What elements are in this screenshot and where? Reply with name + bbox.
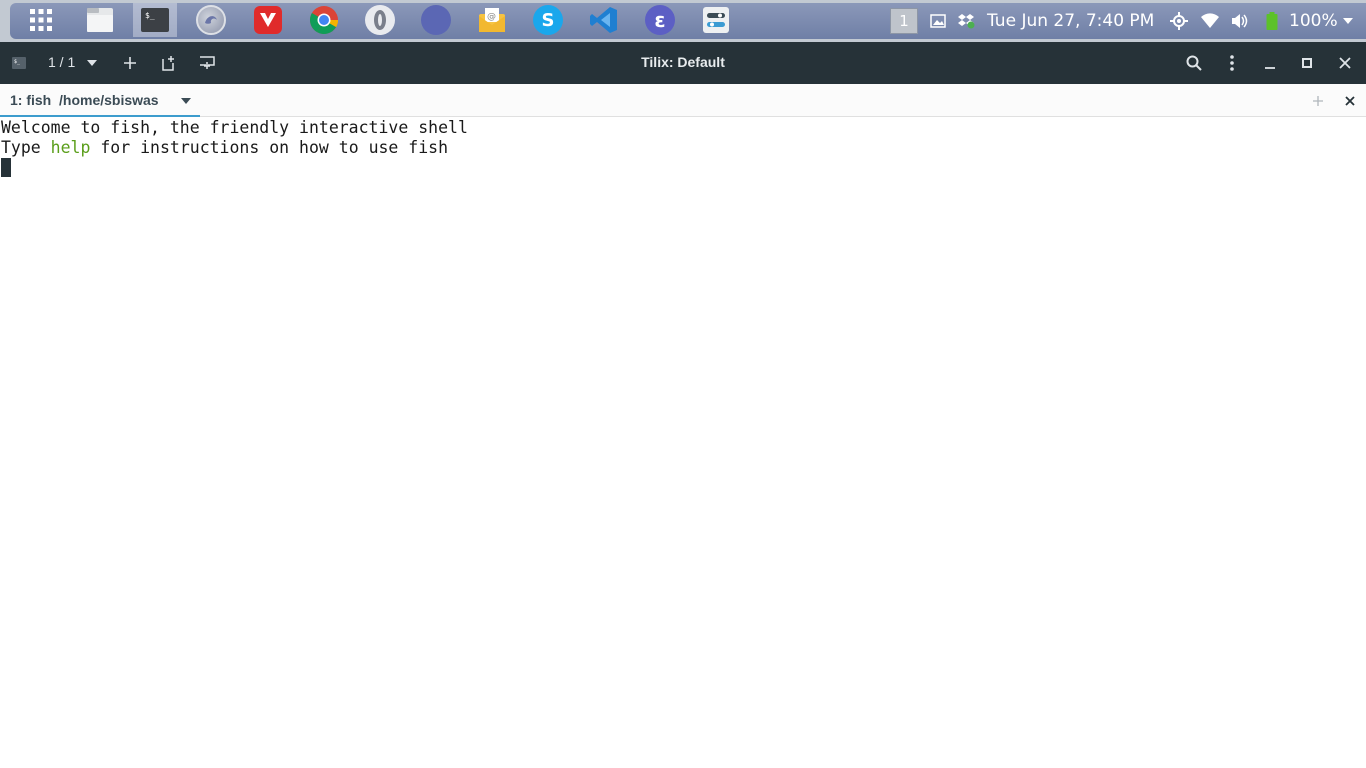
close-terminal-icon[interactable] (1342, 93, 1358, 109)
terminal-line: Welcome to fish, the friendly interactiv… (1, 118, 468, 137)
location-icon[interactable] (1169, 11, 1189, 31)
vivaldi-icon[interactable] (246, 3, 290, 37)
terminal-text: Type (1, 138, 51, 157)
chrome-icon[interactable] (302, 3, 346, 37)
chevron-down-icon[interactable] (178, 93, 194, 109)
battery-percent[interactable]: 100% (1289, 11, 1338, 31)
skype-icon[interactable]: S (526, 3, 570, 37)
terminal-view[interactable]: Welcome to fish, the friendly interactiv… (0, 118, 1366, 768)
battery-icon[interactable] (1262, 11, 1282, 31)
system-tray: 1 Tue Jun 27, 7:40 PM 100% (886, 3, 1366, 39)
volume-icon[interactable] (1230, 11, 1250, 31)
image-icon[interactable] (928, 11, 948, 31)
close-icon[interactable] (1333, 51, 1357, 75)
clock[interactable]: Tue Jun 27, 7:40 PM (987, 11, 1154, 31)
tab-number-label: 1: fish (10, 92, 52, 108)
opera-icon[interactable] (358, 3, 402, 37)
chevron-down-icon[interactable] (1338, 11, 1358, 31)
window-headerbar: $_ 1 / 1 Tilix: Default (0, 42, 1366, 84)
workspace-indicator[interactable]: 1 (890, 8, 918, 34)
terminal-icon[interactable]: $_ (133, 3, 177, 37)
tab-session-1[interactable]: 1: fish /home/sbiswas (0, 84, 200, 117)
help-keyword: help (50, 138, 91, 157)
files-icon[interactable] (78, 3, 122, 37)
minimize-icon[interactable] (1258, 51, 1282, 75)
tab-path-label: /home/sbiswas (59, 92, 159, 108)
wifi-icon[interactable] (1200, 11, 1220, 31)
app-grid-icon[interactable] (19, 3, 63, 37)
epiphany-icon[interactable]: ɛ (638, 3, 682, 37)
top-panel: $_ @ S ɛ 1 Tue Jun 27, 7:40 PM 100% (0, 0, 1366, 42)
vscode-icon[interactable] (582, 3, 626, 37)
terminal-text: for instructions on how to use fish (90, 138, 449, 157)
terminal-cursor (1, 158, 11, 177)
menu-kebab-icon[interactable] (1220, 51, 1244, 75)
search-icon[interactable] (1182, 51, 1206, 75)
add-terminal-icon[interactable] (1310, 93, 1326, 109)
terminal-line: Type help for instructions on how to use… (1, 138, 448, 158)
svg-text:@: @ (487, 12, 496, 22)
compass-icon[interactable] (414, 3, 458, 37)
svg-text:$_: $_ (145, 11, 155, 20)
settings-icon[interactable] (694, 3, 738, 37)
maximize-icon[interactable] (1295, 51, 1319, 75)
firefox-icon[interactable] (189, 3, 233, 37)
mail-icon[interactable]: @ (470, 3, 514, 37)
window-title: Tilix: Default (641, 54, 725, 70)
session-tab-bar: 1: fish /home/sbiswas (0, 84, 1366, 117)
dropbox-icon[interactable] (956, 11, 976, 31)
